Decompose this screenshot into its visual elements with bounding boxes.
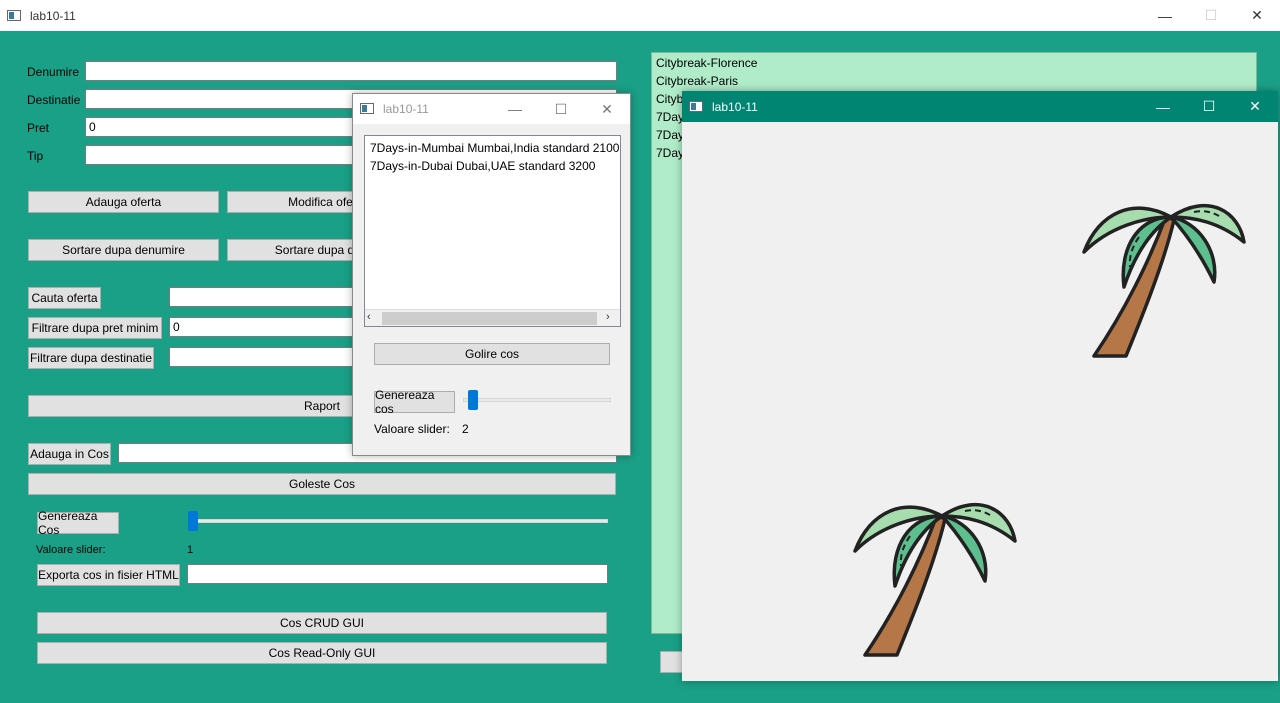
drawing-window: lab10-11 — ☐ ✕	[682, 91, 1278, 681]
denumire-field[interactable]	[85, 61, 617, 81]
denumire-label: Denumire	[27, 65, 80, 79]
drawing-canvas	[853, 203, 1246, 657]
scroll-left-icon[interactable]: ‹	[367, 311, 379, 325]
genereaza-cos-button[interactable]: Genereaza Cos	[37, 509, 119, 537]
list-item[interactable]: 7Days-in-Dubai Dubai,UAE standard 3200	[365, 157, 620, 175]
tip-label: Tip	[27, 149, 44, 163]
adauga-oferta-button[interactable]: Adauga oferta	[28, 191, 219, 213]
minimize-icon[interactable]: —	[492, 94, 538, 124]
minimize-icon[interactable]: —	[1142, 0, 1188, 31]
main-title-bar: lab10-11 — ☐ ✕	[0, 0, 1280, 31]
filtrare-pret-button[interactable]: Filtrare dupa pret minim	[28, 317, 162, 339]
destinatie-label: Destinatie	[27, 93, 81, 107]
close-icon[interactable]: ✕	[1232, 91, 1278, 122]
main-slider-label: Valoare slider:	[36, 544, 106, 556]
cos-slider-label: Valoare slider:	[374, 422, 450, 436]
drawing-window-title: lab10-11	[712, 99, 758, 114]
main-slider-track[interactable]	[188, 519, 608, 523]
minimize-icon[interactable]: —	[1140, 91, 1186, 122]
app-icon	[6, 8, 22, 24]
filtrare-destinatie-button[interactable]: Filtrare dupa destinatie	[28, 347, 154, 369]
genereaza-cos-button[interactable]: Genereaza cos	[374, 388, 455, 416]
palm-tree-drawing	[853, 502, 1017, 657]
cauta-oferta-button[interactable]: Cauta oferta	[28, 287, 101, 309]
main-slider-value: 1	[187, 544, 194, 556]
cos-readonly-gui-button[interactable]: Cos Read-Only GUI	[37, 642, 607, 664]
cos-window: lab10-11 — ☐ ✕ 7Days-in-Mumbai Mumbai,In…	[352, 93, 631, 456]
cos-slider-track[interactable]	[463, 398, 611, 402]
list-item[interactable]: Citybreak-Florence	[652, 54, 1256, 72]
app-icon	[688, 99, 704, 115]
main-slider-thumb[interactable]	[188, 511, 198, 531]
drawing-title-bar: lab10-11 — ☐ ✕	[682, 91, 1278, 122]
pret-label: Pret	[27, 121, 50, 135]
close-icon[interactable]: ✕	[1234, 0, 1280, 31]
golire-cos-button[interactable]: Golire cos	[374, 343, 610, 365]
cos-list[interactable]: 7Days-in-Mumbai Mumbai,India standard 21…	[364, 135, 621, 327]
scrollbar-thumb[interactable]	[382, 312, 597, 325]
main-window-title: lab10-11	[30, 8, 76, 23]
scroll-right-icon[interactable]: ›	[606, 311, 618, 325]
cos-slider-thumb[interactable]	[468, 390, 478, 410]
cos-window-title: lab10-11	[383, 102, 429, 116]
adauga-in-cos-button[interactable]: Adauga in Cos	[28, 443, 111, 465]
exporta-cos-button[interactable]: Exporta cos in fisier HTML	[37, 564, 180, 586]
maximize-icon[interactable]: ☐	[538, 94, 584, 124]
close-icon[interactable]: ✕	[584, 94, 630, 124]
cos-title-bar: lab10-11 — ☐ ✕	[353, 94, 630, 124]
list-item[interactable]: 7Days-in-Mumbai Mumbai,India standard 21…	[365, 139, 620, 157]
horizontal-scrollbar[interactable]: ‹ ›	[365, 309, 620, 326]
cos-crud-gui-button[interactable]: Cos CRUD GUI	[37, 612, 607, 634]
list-item[interactable]: Citybreak-Paris	[652, 72, 1256, 90]
cos-slider-value: 2	[462, 422, 469, 436]
app-icon	[359, 101, 375, 117]
maximize-icon[interactable]: ☐	[1188, 0, 1234, 31]
palm-tree-drawing	[1082, 203, 1246, 358]
exporta-cos-field[interactable]	[187, 564, 608, 584]
maximize-icon[interactable]: ☐	[1186, 91, 1232, 122]
sortare-denumire-button[interactable]: Sortare dupa denumire	[28, 239, 219, 261]
goleste-cos-button[interactable]: Goleste Cos	[28, 473, 616, 495]
